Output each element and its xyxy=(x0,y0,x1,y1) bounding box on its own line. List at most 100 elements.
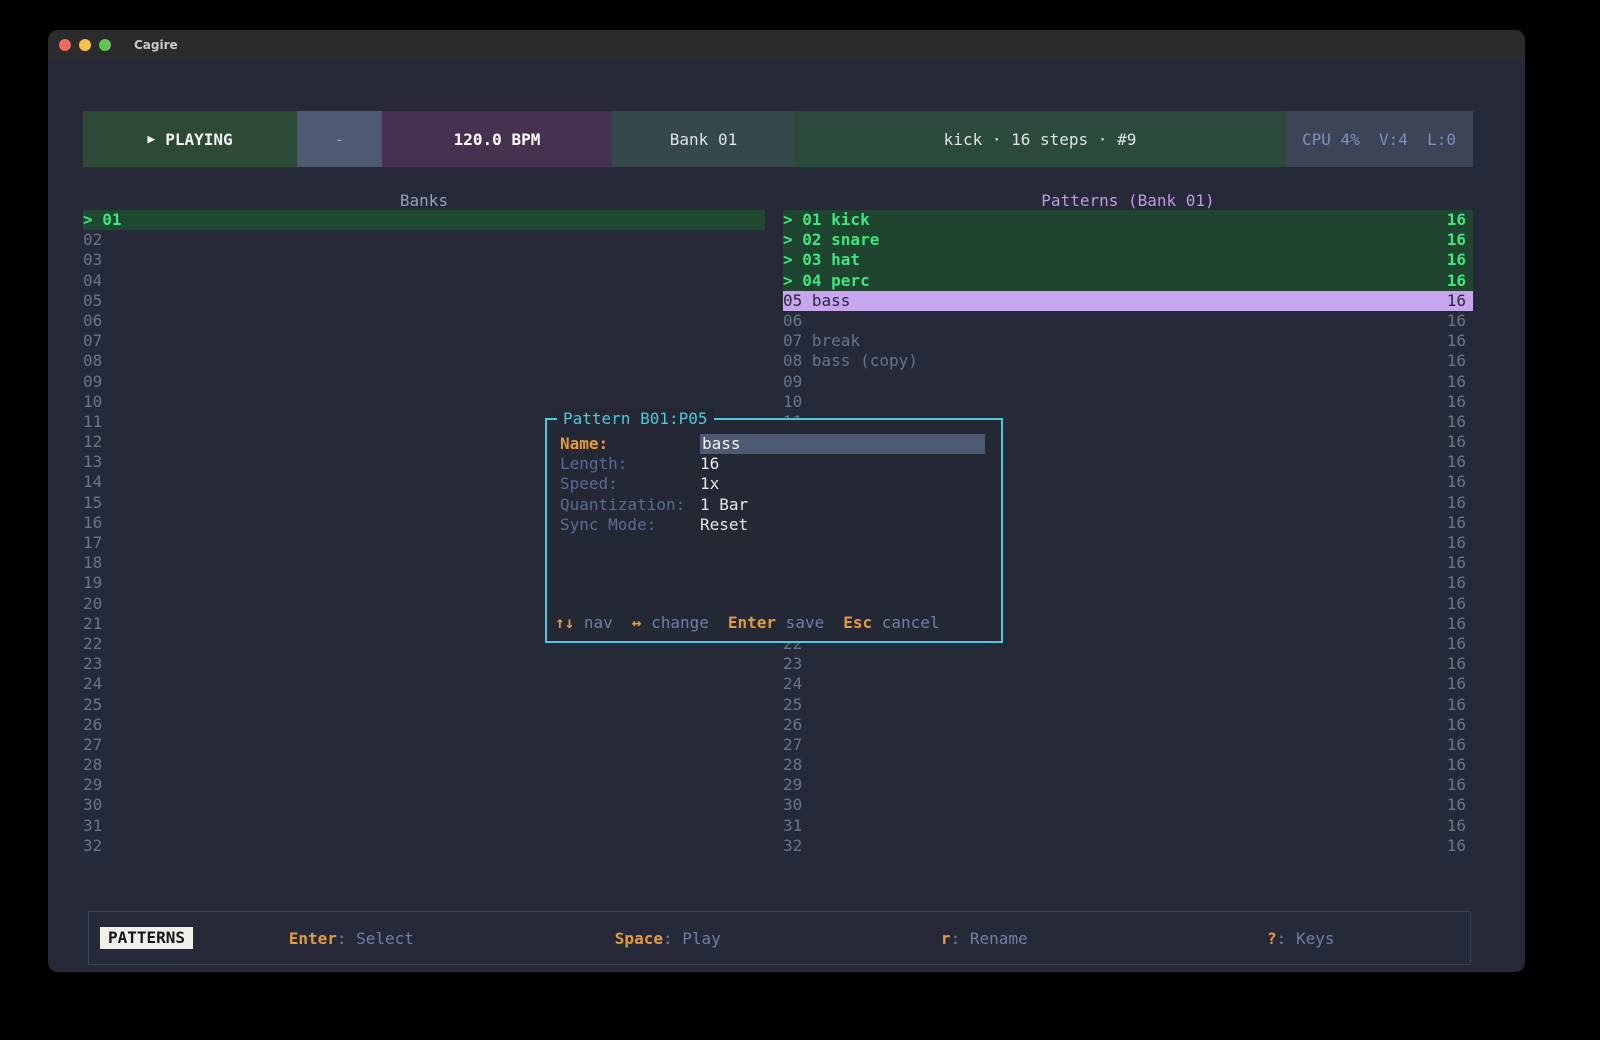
dialog-field-row: Name:bass xyxy=(560,434,990,454)
dialog-field-value[interactable]: 1x xyxy=(700,474,719,494)
pattern-steps-count: 16 xyxy=(1447,230,1473,250)
footer-hint: Space: Play xyxy=(510,929,826,948)
bank-row-label: 25 xyxy=(83,695,102,715)
bank-row-label: 20 xyxy=(83,594,102,614)
pattern-row[interactable]: 29 16 xyxy=(783,775,1473,795)
pattern-row[interactable]: 2316 xyxy=(783,654,1473,674)
pattern-steps-count: 16 xyxy=(1447,634,1473,654)
hint-label: : Rename xyxy=(951,929,1028,948)
bank-row[interactable]: 07 xyxy=(83,331,765,351)
bank-row[interactable]: 32 xyxy=(83,836,765,856)
pattern-row[interactable]: > 01 kick16 xyxy=(783,210,1473,230)
pattern-row-label: 10 xyxy=(783,392,802,412)
dialog-field-value[interactable]: Reset xyxy=(700,515,748,535)
pattern-row[interactable]: 05 bass16 xyxy=(783,291,1473,311)
pattern-steps-count: 16 xyxy=(1447,654,1473,674)
pattern-steps-count: 16 xyxy=(1447,311,1473,331)
pattern-steps-count: 16 xyxy=(1447,513,1473,533)
bank-row[interactable]: 24 xyxy=(83,674,765,694)
bank-row-label: 11 xyxy=(83,412,102,432)
pattern-steps-count: 16 xyxy=(1447,472,1473,492)
bank-row[interactable]: 09 xyxy=(83,372,765,392)
bank-row[interactable]: 02 xyxy=(83,230,765,250)
pattern-steps-count: 16 xyxy=(1447,614,1473,634)
pattern-steps-count: 16 xyxy=(1447,715,1473,735)
pattern-row[interactable]: 07 break16 xyxy=(783,331,1473,351)
pattern-row[interactable]: 2816 xyxy=(783,755,1473,775)
pattern-row[interactable]: 0616 xyxy=(783,311,1473,331)
pattern-steps-count: 16 xyxy=(1447,775,1473,795)
hint-key: Space xyxy=(615,929,663,948)
bank-row[interactable]: 30 xyxy=(83,795,765,815)
pattern-row-label: 25 xyxy=(783,695,802,715)
footer-hints: Enter: SelectSpace: Playr: Rename?: Keys xyxy=(193,929,1459,948)
bank-row-label: 30 xyxy=(83,795,102,815)
bank-row[interactable]: 03 xyxy=(83,250,765,270)
bank-row-label: 29 xyxy=(83,775,102,795)
bank-row[interactable]: 06 xyxy=(83,311,765,331)
hint-key: Enter xyxy=(289,929,337,948)
pattern-steps-count: 16 xyxy=(1447,412,1473,432)
name-input[interactable]: bass xyxy=(700,434,985,454)
bank-row[interactable]: 05 xyxy=(83,291,765,311)
dialog-field-value[interactable]: 16 xyxy=(700,454,719,474)
pattern-row[interactable]: > 02 snare16 xyxy=(783,230,1473,250)
pattern-row-label: 24 xyxy=(783,674,802,694)
pattern-steps-count: 16 xyxy=(1447,210,1473,230)
bank-row[interactable]: 23 xyxy=(83,654,765,674)
dialog-field-label: Quantization: xyxy=(560,495,700,515)
bank-row-label: 28 xyxy=(83,755,102,775)
pattern-row[interactable]: 3116 xyxy=(783,816,1473,836)
pattern-row-label: 31 xyxy=(783,816,802,836)
pattern-steps-count: 16 xyxy=(1447,331,1473,351)
dialog-field-value[interactable]: 1 Bar xyxy=(700,495,748,515)
bank-row[interactable]: 27 xyxy=(83,735,765,755)
dialog-hint: ↑↓ nav xyxy=(555,613,613,632)
pattern-row-label: 29 xyxy=(783,775,802,795)
pattern-row-label: 26 xyxy=(783,715,802,735)
bank-row-label: 07 xyxy=(83,331,102,351)
zoom-window-icon[interactable] xyxy=(99,39,111,51)
pattern-row[interactable]: 27 16 xyxy=(783,735,1473,755)
pattern-steps-count: 16 xyxy=(1447,573,1473,593)
pattern-steps-count: 16 xyxy=(1447,674,1473,694)
pattern-row[interactable]: 24 16 xyxy=(783,674,1473,694)
bank-row[interactable]: 29 xyxy=(83,775,765,795)
dialog-hint: ↔ change xyxy=(632,613,709,632)
bank-row[interactable]: 04 xyxy=(83,271,765,291)
pattern-row-label: 30 xyxy=(783,795,802,815)
bank-row[interactable]: 28 xyxy=(83,755,765,775)
close-window-icon[interactable] xyxy=(59,39,71,51)
hint-label: cancel xyxy=(872,613,939,632)
hint-label: change xyxy=(641,613,708,632)
bank-row[interactable]: 25 xyxy=(83,695,765,715)
pattern-row[interactable]: > 03 hat16 xyxy=(783,250,1473,270)
pattern-row[interactable]: 1016 xyxy=(783,392,1473,412)
bank-row[interactable]: > 01 xyxy=(83,210,765,230)
pattern-row[interactable]: 26 16 xyxy=(783,715,1473,735)
hint-label: : Select xyxy=(337,929,414,948)
pattern-steps-count: 16 xyxy=(1447,594,1473,614)
pattern-row[interactable]: 08 bass (copy)16 xyxy=(783,351,1473,371)
pattern-row-label: 27 xyxy=(783,735,802,755)
dialog-field-row: Quantization:1 Bar xyxy=(560,495,990,515)
dialog-field-row: Length:16 xyxy=(560,454,990,474)
bank-row[interactable]: 08 xyxy=(83,351,765,371)
pattern-row-label: 09 xyxy=(783,372,802,392)
bank-row-label: 04 xyxy=(83,271,102,291)
pattern-steps-count: 16 xyxy=(1447,735,1473,755)
pattern-row[interactable]: 2516 xyxy=(783,695,1473,715)
transport-label: PLAYING xyxy=(165,130,232,149)
pattern-row-label: 28 xyxy=(783,755,802,775)
bank-row-label: 18 xyxy=(83,553,102,573)
pattern-row-label: 32 xyxy=(783,836,802,856)
pattern-row[interactable]: 3216 xyxy=(783,836,1473,856)
pattern-row[interactable]: > 04 perc16 xyxy=(783,271,1473,291)
pattern-row[interactable]: 3016 xyxy=(783,795,1473,815)
bank-row[interactable]: 26 xyxy=(83,715,765,735)
minimize-window-icon[interactable] xyxy=(79,39,91,51)
pattern-row[interactable]: 0916 xyxy=(783,372,1473,392)
dialog-field-row: Speed:1x xyxy=(560,474,990,494)
pattern-steps-count: 16 xyxy=(1447,553,1473,573)
bank-row[interactable]: 31 xyxy=(83,816,765,836)
